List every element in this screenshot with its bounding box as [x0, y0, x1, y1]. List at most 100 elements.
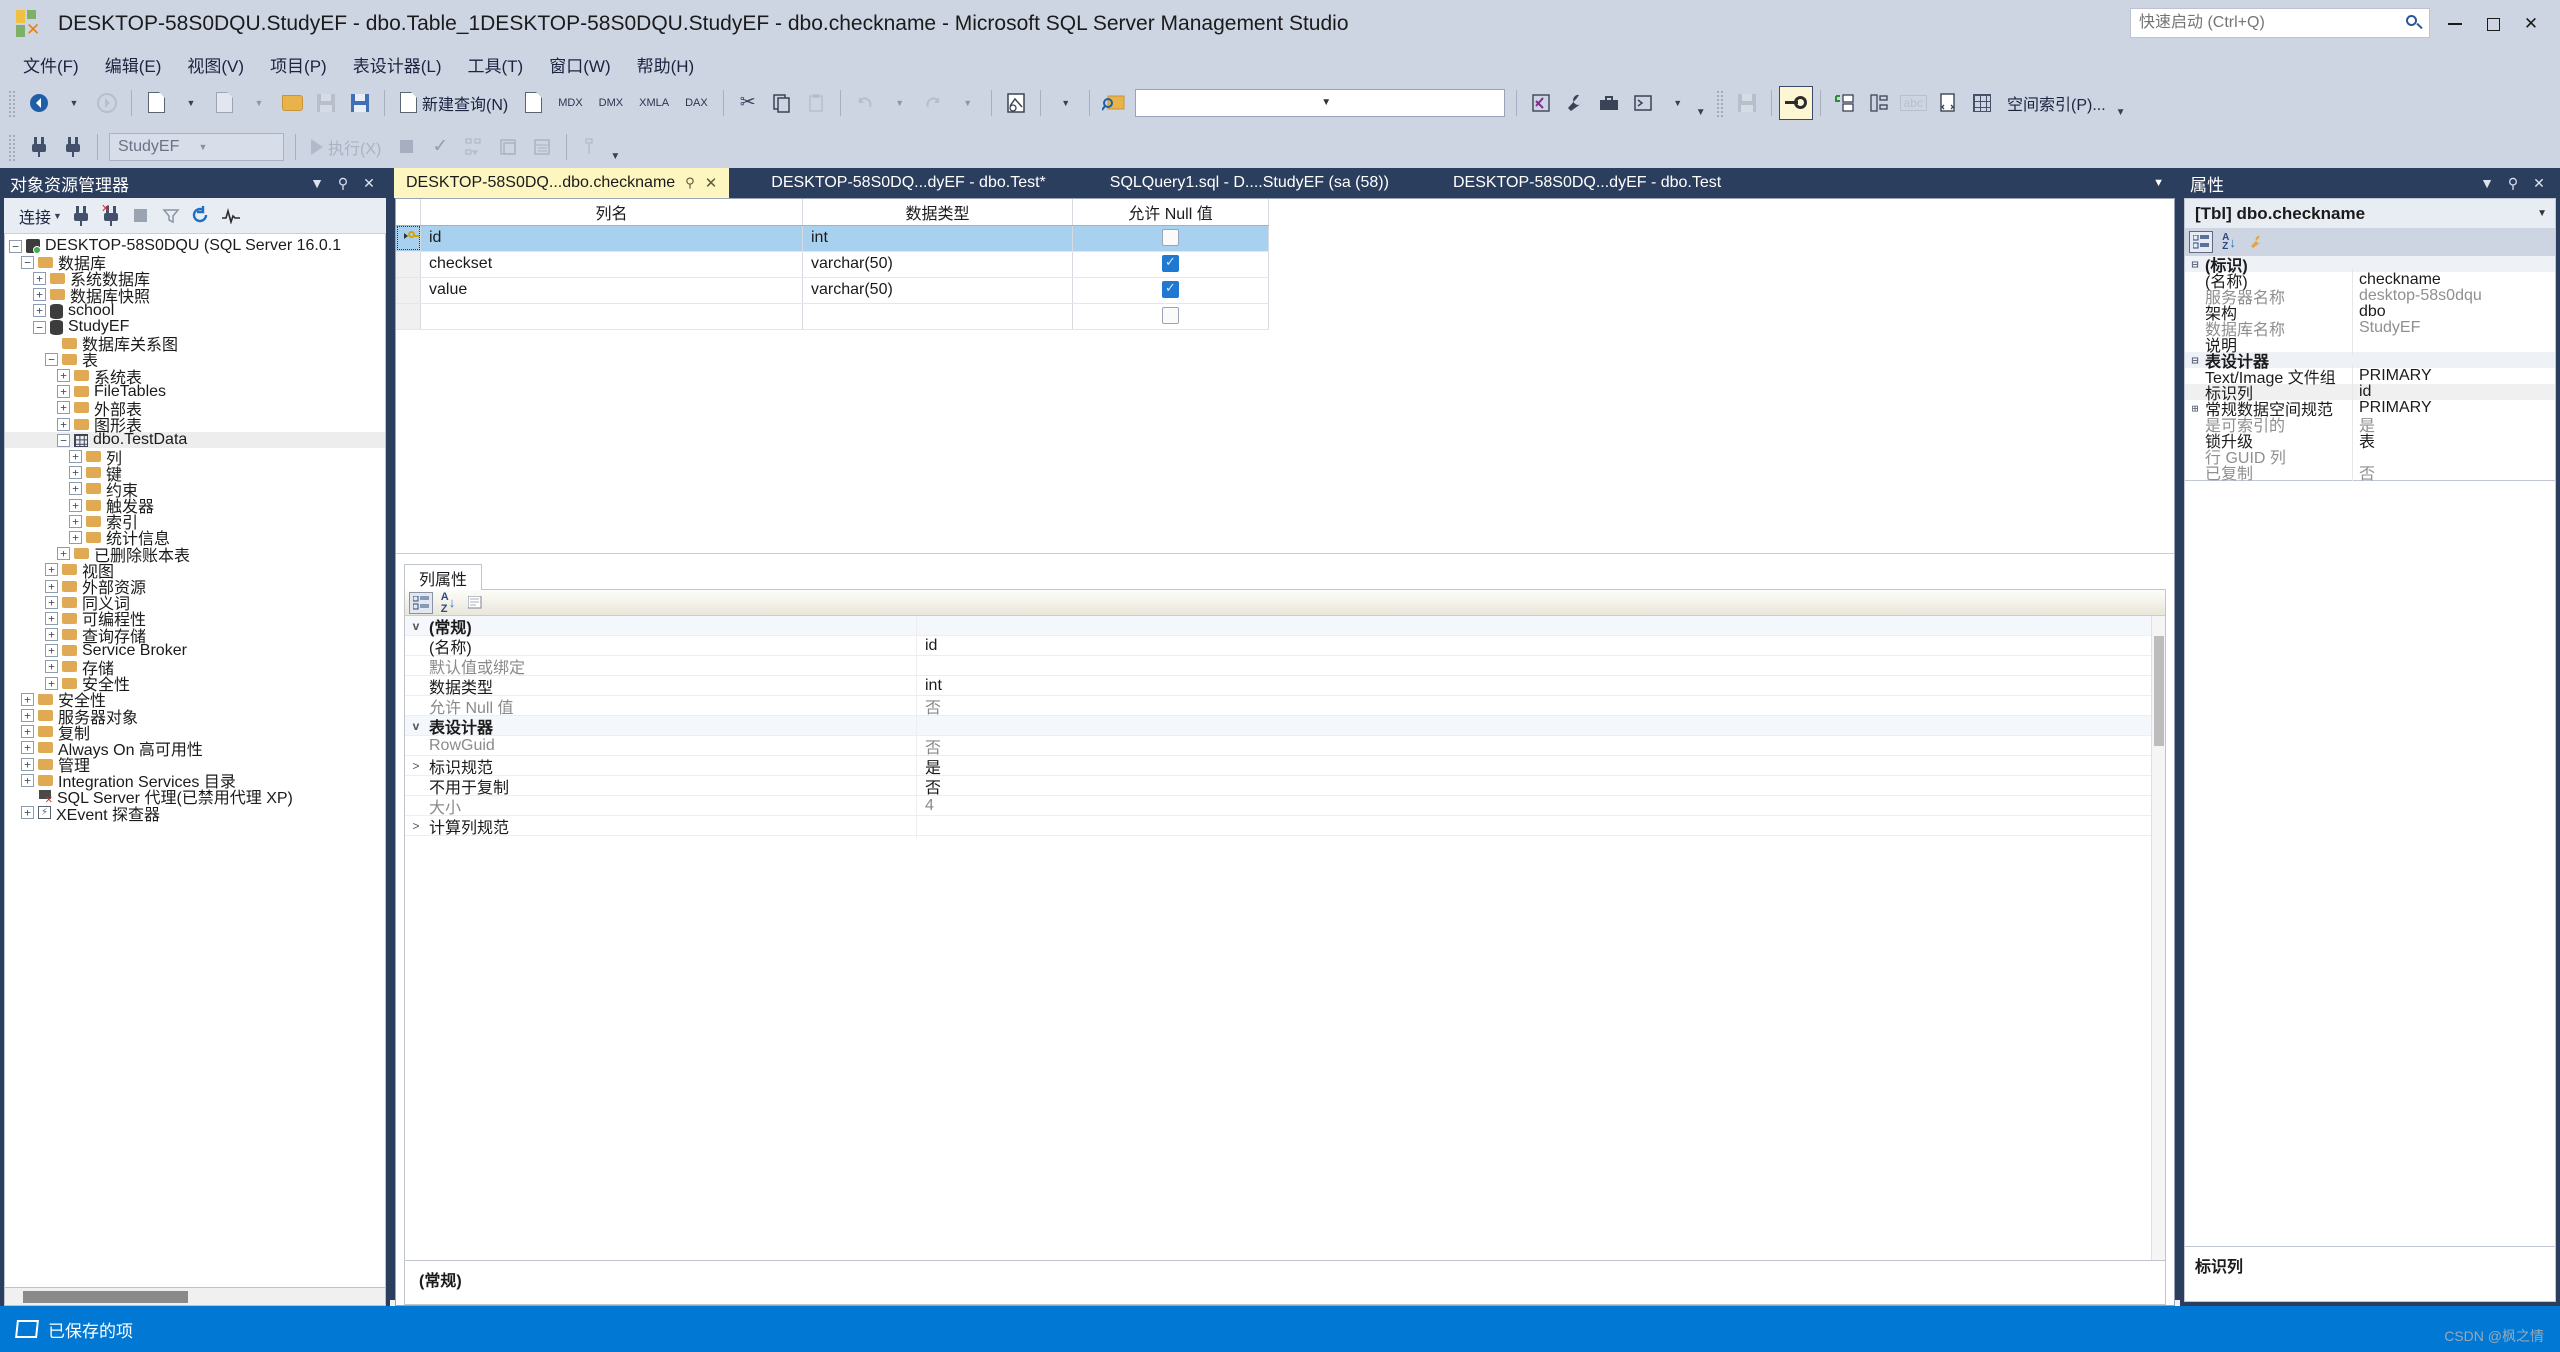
- oe-connect-object-explorer-button[interactable]: [67, 202, 95, 230]
- tree-node[interactable]: − StudyEF: [5, 318, 385, 336]
- undo-dropdown[interactable]: ▼: [882, 86, 916, 120]
- tree-node[interactable]: + FileTables: [5, 383, 385, 400]
- column-definition-grid[interactable]: 列名数据类型允许 Null 值idintchecksetvarchar(50)v…: [396, 199, 1269, 330]
- oe-dropdown-button[interactable]: ▼: [304, 171, 330, 195]
- oe-filter-button[interactable]: [157, 202, 185, 230]
- properties-categorized-button[interactable]: [2189, 231, 2213, 253]
- toolbar-more-dropdown[interactable]: ▼: [1660, 86, 1694, 120]
- property-value[interactable]: int: [917, 677, 2165, 695]
- row-selector[interactable]: [396, 225, 421, 252]
- menu-file[interactable]: 文件(F): [10, 48, 92, 81]
- paste-button[interactable]: [799, 86, 833, 120]
- expand-icon[interactable]: +: [69, 450, 82, 464]
- expand-icon[interactable]: +: [69, 466, 82, 480]
- expand-icon[interactable]: +: [57, 547, 70, 561]
- options-wrench-button[interactable]: [1558, 86, 1592, 120]
- maximize-button[interactable]: [2474, 7, 2512, 41]
- allow-null-cell[interactable]: [1072, 277, 1269, 304]
- toolbar-grip[interactable]: [7, 88, 17, 117]
- menu-table-designer[interactable]: 表设计器(L): [340, 48, 455, 81]
- expand-icon[interactable]: +: [45, 611, 58, 625]
- manage-xml-indexes-button[interactable]: [1931, 86, 1965, 120]
- menu-window[interactable]: 窗口(W): [536, 48, 623, 81]
- tree-node[interactable]: + 索引: [5, 513, 385, 532]
- data-type-cell[interactable]: varchar(50): [802, 277, 1073, 304]
- column-name-cell[interactable]: checkset: [420, 251, 803, 278]
- property-value[interactable]: StudyEF: [2353, 319, 2555, 337]
- tab-pin-icon[interactable]: ⚲: [685, 175, 695, 191]
- parse-button[interactable]: ✓: [423, 130, 457, 164]
- expand-icon[interactable]: +: [57, 369, 70, 383]
- tree-node[interactable]: + Service Broker: [5, 642, 385, 659]
- table-row[interactable]: id int: [396, 225, 1269, 252]
- allow-null-checkbox[interactable]: [1162, 307, 1179, 325]
- toolbar2-grip[interactable]: [7, 132, 17, 161]
- toolbar1-overflow[interactable]: ▼: [1696, 86, 1706, 120]
- expand-icon[interactable]: +: [69, 482, 82, 496]
- column-properties-scrollbar[interactable]: [2151, 616, 2165, 1260]
- expand-icon[interactable]: +: [21, 692, 34, 706]
- expand-icon[interactable]: +: [45, 628, 58, 642]
- row-selector[interactable]: [396, 251, 421, 278]
- expand-icon[interactable]: +: [21, 741, 34, 755]
- expand-icon[interactable]: +: [57, 401, 70, 415]
- tree-node[interactable]: + 同义词: [5, 594, 385, 613]
- spatial-index-button[interactable]: 空间索引(P)...: [1999, 86, 2114, 120]
- expand-icon[interactable]: +: [33, 271, 46, 285]
- expand-icon[interactable]: +: [69, 530, 82, 544]
- column-properties-list[interactable]: v (常规) (名称) id 默认值或绑定 数据类型 int 允许 Null 值否 v 表设计器 R…: [405, 616, 2165, 1260]
- menu-help[interactable]: 帮助(H): [624, 48, 708, 81]
- tabstrip-dropdown-button[interactable]: ▼: [2141, 168, 2176, 198]
- expand-icon[interactable]: +: [69, 514, 82, 528]
- new-project-dropdown[interactable]: ▼: [173, 86, 207, 120]
- new-dmx-query-button[interactable]: DMX: [591, 86, 631, 120]
- menu-project[interactable]: 项目(P): [257, 48, 340, 81]
- navigate-back-button[interactable]: [22, 86, 56, 120]
- expand-icon[interactable]: +: [45, 563, 58, 577]
- document-tab[interactable]: DESKTOP-58S0DQ...dbo.checkname ⚲ ✕: [394, 168, 730, 198]
- expand-icon[interactable]: +: [21, 725, 34, 739]
- column-header[interactable]: 数据类型: [802, 199, 1073, 226]
- column-name-cell[interactable]: [420, 303, 803, 330]
- allow-null-checkbox[interactable]: [1162, 229, 1179, 247]
- collapse-icon[interactable]: ⊟: [2185, 354, 2205, 367]
- menu-edit[interactable]: 编辑(E): [92, 48, 175, 81]
- tree-node[interactable]: − 数据库: [5, 254, 385, 273]
- table-row[interactable]: value varchar(50): [396, 277, 1269, 304]
- collapse-icon[interactable]: −: [21, 255, 34, 269]
- expander-icon[interactable]: v: [405, 719, 427, 733]
- connect-button[interactable]: [22, 130, 56, 164]
- categorized-view-button[interactable]: [409, 591, 433, 614]
- row-selector[interactable]: [396, 303, 421, 330]
- tree-node[interactable]: − dbo.TestData: [5, 431, 385, 449]
- table-row[interactable]: checkset varchar(50): [396, 251, 1269, 278]
- designer-dropdown[interactable]: ▼: [1048, 86, 1082, 120]
- object-explorer-hscrollbar[interactable]: [4, 1288, 386, 1306]
- tab-close-icon[interactable]: ✕: [705, 174, 718, 192]
- tree-node[interactable]: − 表: [5, 351, 385, 370]
- row-selector[interactable]: [396, 277, 421, 304]
- tree-node[interactable]: + 约束: [5, 481, 385, 500]
- collapse-icon[interactable]: −: [45, 352, 58, 366]
- tree-node[interactable]: + 查询存储: [5, 627, 385, 646]
- collapse-icon[interactable]: ⊟: [2185, 258, 2205, 271]
- alphabetical-sort-button[interactable]: A Z ↓: [436, 591, 460, 615]
- new-project-button[interactable]: [139, 86, 173, 120]
- include-actual-plan-button[interactable]: [491, 130, 525, 164]
- quick-launch-input[interactable]: [2137, 13, 2405, 33]
- data-type-cell[interactable]: varchar(50): [802, 251, 1073, 278]
- property-value[interactable]: 4: [917, 797, 2165, 815]
- redo-button[interactable]: [916, 86, 950, 120]
- show-diagram-pane-button[interactable]: [999, 86, 1033, 120]
- expand-icon[interactable]: +: [33, 304, 46, 318]
- column-name-cell[interactable]: id: [420, 225, 803, 252]
- tree-node[interactable]: + 视图: [5, 562, 385, 581]
- oe-activity-monitor-button[interactable]: [217, 202, 245, 230]
- command-prompt-button[interactable]: [1626, 86, 1660, 120]
- column-header[interactable]: 列名: [420, 199, 803, 226]
- data-type-cell[interactable]: int: [802, 225, 1073, 252]
- oe-connect-button[interactable]: 连接 ▼: [12, 202, 65, 230]
- tree-node[interactable]: + 键: [5, 465, 385, 484]
- document-tab[interactable]: DESKTOP-58S0DQ...dyEF - dbo.Test: [1441, 168, 1733, 198]
- navigate-forward-button[interactable]: [90, 86, 124, 120]
